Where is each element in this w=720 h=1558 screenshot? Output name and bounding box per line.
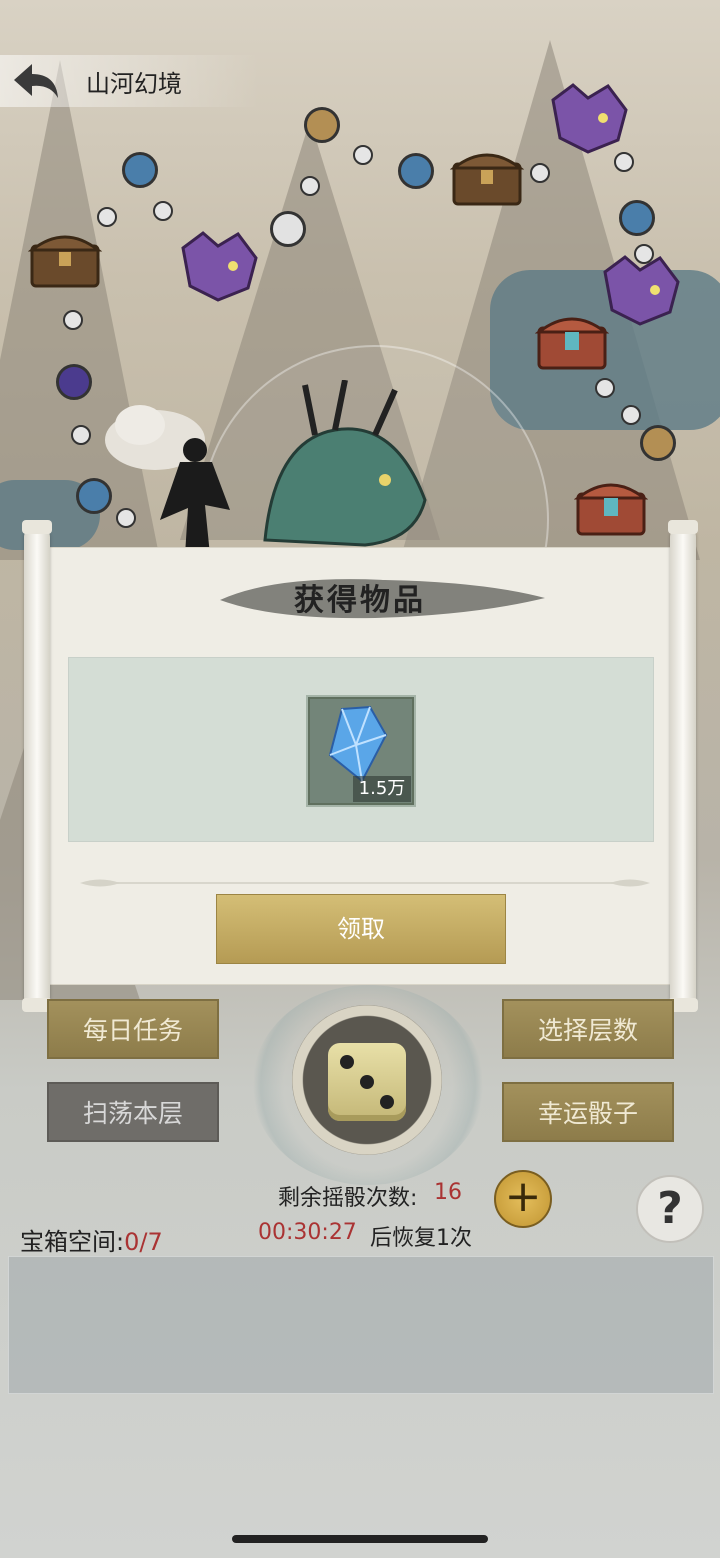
chest-space-label: 宝箱空间: [20,1228,125,1256]
recovery-text: 后恢复1次 [370,1226,472,1251]
purple-beast-icon[interactable] [548,80,630,156]
claim-button[interactable]: 领取 [216,894,506,964]
path-node[interactable] [595,378,615,398]
dice-pip [380,1095,394,1109]
player-character [160,438,230,555]
path-node[interactable] [56,364,92,400]
path-node[interactable] [619,200,655,236]
path-node[interactable] [304,107,340,143]
dice-pip [340,1055,354,1069]
reward-item-quantity: 1.5万 [353,776,411,802]
scroll-cap [668,520,698,534]
daily-tasks-button[interactable]: 每日任务 [47,999,219,1059]
path-node[interactable] [71,425,91,445]
popup-title: 获得物品 [294,583,426,618]
dice-pip [360,1075,374,1089]
red-treasure-chest-icon[interactable] [574,476,648,538]
scroll-rod-right [670,527,696,1007]
scroll-cap [22,520,52,534]
path-node[interactable] [116,508,136,528]
page-title: 山河幻境 [86,70,182,98]
purple-beast-icon[interactable] [178,228,260,304]
home-indicator[interactable] [232,1535,488,1543]
help-button[interactable]: ? [636,1175,704,1243]
treasure-chest-icon[interactable] [450,146,524,208]
path-node[interactable] [621,405,641,425]
path-node[interactable] [530,163,550,183]
dice-icon[interactable] [328,1043,406,1121]
chest-space-indicator: 宝箱空间:0/7 [20,1222,163,1257]
path-node[interactable] [640,425,676,461]
path-node[interactable] [122,152,158,188]
path-node[interactable] [76,478,112,514]
dragon-companion [263,380,427,547]
lucky-dice-button[interactable]: 幸运骰子 [502,1082,674,1142]
path-node[interactable] [63,310,83,330]
path-node[interactable] [97,207,117,227]
chest-storage-panel [8,1256,714,1394]
add-rolls-button[interactable]: + [494,1170,552,1228]
remaining-rolls-value: 16 [434,1180,462,1205]
plus-icon: + [504,1171,542,1222]
path-node[interactable] [300,176,320,196]
select-floor-button[interactable]: 选择层数 [502,999,674,1059]
back-arrow-icon[interactable] [10,60,62,102]
path-node[interactable] [398,153,434,189]
question-mark-icon: ? [657,1183,683,1234]
sweep-floor-button[interactable]: 扫荡本层 [47,1082,219,1142]
blue-crystal-icon [328,705,388,783]
recovery-timer: 00:30:27 [258,1220,357,1245]
scroll-rod-left [24,527,50,1007]
ornamental-divider [80,879,650,887]
path-node[interactable] [153,201,173,221]
red-treasure-chest-icon[interactable] [535,310,609,372]
purple-beast-icon[interactable] [600,252,682,328]
path-node[interactable] [353,145,373,165]
treasure-chest-icon[interactable] [28,228,102,290]
path-node[interactable] [270,211,306,247]
remaining-rolls-label: 剩余摇骰次数: [278,1186,418,1211]
chest-space-value: 0/7 [124,1228,163,1256]
